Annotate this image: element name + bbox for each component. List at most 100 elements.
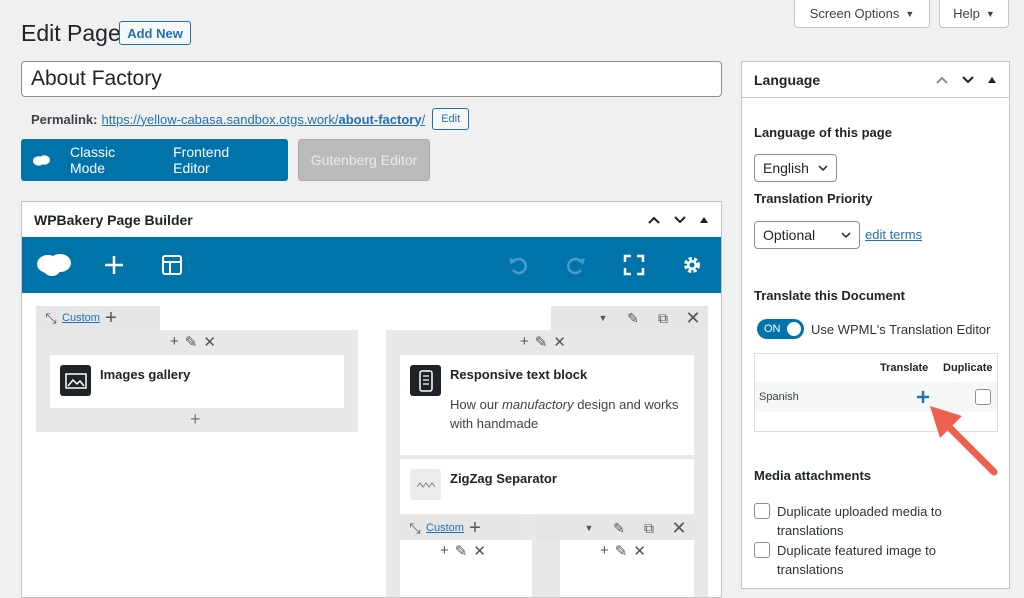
- clone-icon[interactable]: ⧉: [648, 306, 678, 330]
- element-title: ZigZag Separator: [450, 471, 557, 486]
- element-title: Responsive text block: [450, 367, 588, 382]
- chevron-down-icon[interactable]: [673, 215, 687, 225]
- gutenberg-editor-button[interactable]: Gutenberg Editor: [298, 139, 430, 181]
- help-button[interactable]: Help ▼: [939, 0, 1009, 28]
- column-left: + ✎ ✕ Images gallery +: [36, 330, 358, 432]
- duplicate-uploaded-media-checkbox[interactable]: [754, 503, 770, 519]
- add-column-icon[interactable]: +: [460, 516, 490, 540]
- inner-column-right: + ✎ ✕: [560, 540, 694, 597]
- delete-x-icon[interactable]: ✕: [473, 542, 486, 560]
- language-panel-title: Language: [754, 71, 821, 88]
- add-element-plus-icon[interactable]: +: [190, 409, 201, 430]
- redo-icon[interactable]: [562, 251, 590, 279]
- element-images-gallery[interactable]: Images gallery: [50, 355, 344, 408]
- zigzag-icon: [410, 469, 441, 500]
- frontend-editor-button[interactable]: Frontend Editor: [173, 144, 264, 176]
- permalink-base: https://yellow-cabasa.sandbox.otgs.work/: [101, 111, 339, 127]
- permalink-slug: about-factory: [338, 111, 422, 127]
- text-block-icon: [410, 365, 441, 396]
- add-translation-plus-icon[interactable]: [917, 391, 929, 403]
- element-responsive-text-block[interactable]: Responsive text block How our manufactor…: [400, 355, 694, 455]
- chevron-down-icon[interactable]: [961, 75, 975, 85]
- dropdown-caret-icon[interactable]: ▼: [574, 516, 604, 540]
- permalink-link[interactable]: https://yellow-cabasa.sandbox.otgs.work/…: [101, 112, 425, 127]
- edit-pencil-icon[interactable]: ✎: [535, 333, 548, 351]
- add-new-button[interactable]: Add New: [119, 21, 191, 45]
- clone-icon[interactable]: ⧉: [634, 516, 664, 540]
- chevron-up-icon[interactable]: [647, 215, 661, 225]
- translation-editor-toggle[interactable]: ON: [757, 319, 804, 339]
- element-title: Images gallery: [100, 367, 191, 382]
- collapse-toggle-icon[interactable]: [699, 216, 709, 224]
- post-title-input[interactable]: About Factory: [21, 61, 722, 97]
- undo-icon[interactable]: [504, 251, 532, 279]
- add-icon[interactable]: +: [440, 542, 449, 560]
- column-controls: + ✎ ✕: [170, 333, 216, 351]
- edit-permalink-button[interactable]: Edit: [432, 108, 470, 130]
- edit-pencil-icon[interactable]: ✎: [185, 333, 198, 351]
- column-right: + ✎ ✕ Responsive text block How our manu…: [386, 330, 708, 597]
- element-zigzag-separator[interactable]: ZigZag Separator: [400, 459, 694, 514]
- templates-icon[interactable]: [158, 251, 186, 279]
- delete-x-icon[interactable]: ✕: [633, 542, 646, 560]
- add-icon[interactable]: +: [170, 333, 179, 351]
- edit-pencil-icon[interactable]: ✎: [615, 542, 628, 560]
- add-icon[interactable]: +: [600, 542, 609, 560]
- edit-pencil-icon[interactable]: ✎: [604, 516, 634, 540]
- edit-terms-link[interactable]: edit terms: [865, 227, 922, 242]
- add-column-icon[interactable]: +: [96, 306, 126, 330]
- duplicate-featured-image-checkbox[interactable]: [754, 542, 770, 558]
- caret-down-icon: ▼: [905, 8, 915, 19]
- language-panel: Language Language of this page English T…: [741, 61, 1010, 589]
- inner-column-left: + ✎ ✕: [400, 540, 532, 597]
- language-select[interactable]: English: [754, 154, 837, 182]
- chevron-down-icon: [841, 231, 851, 238]
- image-gallery-icon: [60, 365, 91, 396]
- wpbakery-logo-icon[interactable]: [36, 251, 72, 279]
- wpbakery-toolbar: [22, 237, 721, 293]
- wpbakery-mode-bar: Classic Mode Frontend Editor: [21, 139, 288, 181]
- media-attachments-label: Media attachments: [754, 468, 872, 483]
- red-arrow-icon: [930, 406, 998, 476]
- permalink-label: Permalink:: [31, 111, 98, 127]
- delete-x-icon[interactable]: ✕: [664, 516, 694, 540]
- duplicate-checkbox[interactable]: [975, 389, 991, 405]
- inner-row-controls: ⤡ Custom +: [400, 516, 522, 540]
- edit-pencil-icon[interactable]: ✎: [618, 306, 648, 330]
- column-layout-custom[interactable]: Custom: [62, 306, 100, 330]
- delete-x-icon[interactable]: ✕: [678, 306, 708, 330]
- duplicate-column-header: Duplicate: [943, 362, 993, 374]
- add-element-icon[interactable]: [100, 251, 128, 279]
- language-name: Spanish: [759, 391, 799, 403]
- priority-select[interactable]: Optional: [754, 221, 860, 249]
- wpbakery-logo-icon: [33, 155, 50, 166]
- language-of-page-label: Language of this page: [754, 125, 892, 140]
- edit-pencil-icon[interactable]: ✎: [455, 542, 468, 560]
- settings-gear-icon[interactable]: [678, 251, 706, 279]
- screen-options-button[interactable]: Screen Options ▼: [794, 0, 930, 28]
- classic-mode-button[interactable]: Classic Mode: [70, 144, 149, 176]
- duplicate-uploaded-media-option: Duplicate uploaded media to translations: [754, 502, 994, 540]
- chevron-down-icon: [818, 164, 828, 171]
- chevron-up-icon[interactable]: [935, 75, 949, 85]
- inner-row-actions: ▼ ✎ ⧉ ✕: [536, 516, 694, 540]
- toggle-label: Use WPML's Translation Editor: [811, 322, 991, 337]
- duplicate-featured-image-option: Duplicate featured image to translations: [754, 541, 994, 579]
- translate-column-header: Translate: [880, 362, 929, 374]
- column-layout-custom[interactable]: Custom: [426, 516, 464, 540]
- permalink-trail: /: [421, 111, 426, 127]
- add-icon[interactable]: +: [520, 333, 529, 351]
- dropdown-caret-icon[interactable]: ▼: [588, 306, 618, 330]
- element-description: How our manufactory design and works wit…: [450, 397, 679, 431]
- collapse-toggle-icon[interactable]: [987, 76, 997, 84]
- page-title: Edit Page: [21, 20, 121, 46]
- caret-down-icon: ▼: [985, 8, 995, 19]
- column-controls: + ✎ ✕: [520, 333, 566, 351]
- fullscreen-icon[interactable]: [620, 251, 648, 279]
- row-controls: ⤡ Custom +: [36, 306, 160, 330]
- wpbakery-panel: WPBakery Page Builder ⤡ Custom + ▼ ✎ ⧉ ✕…: [21, 201, 722, 598]
- translation-priority-label: Translation Priority: [754, 191, 873, 206]
- delete-x-icon[interactable]: ✕: [203, 333, 216, 351]
- translate-document-label: Translate this Document: [754, 288, 905, 303]
- delete-x-icon[interactable]: ✕: [553, 333, 566, 351]
